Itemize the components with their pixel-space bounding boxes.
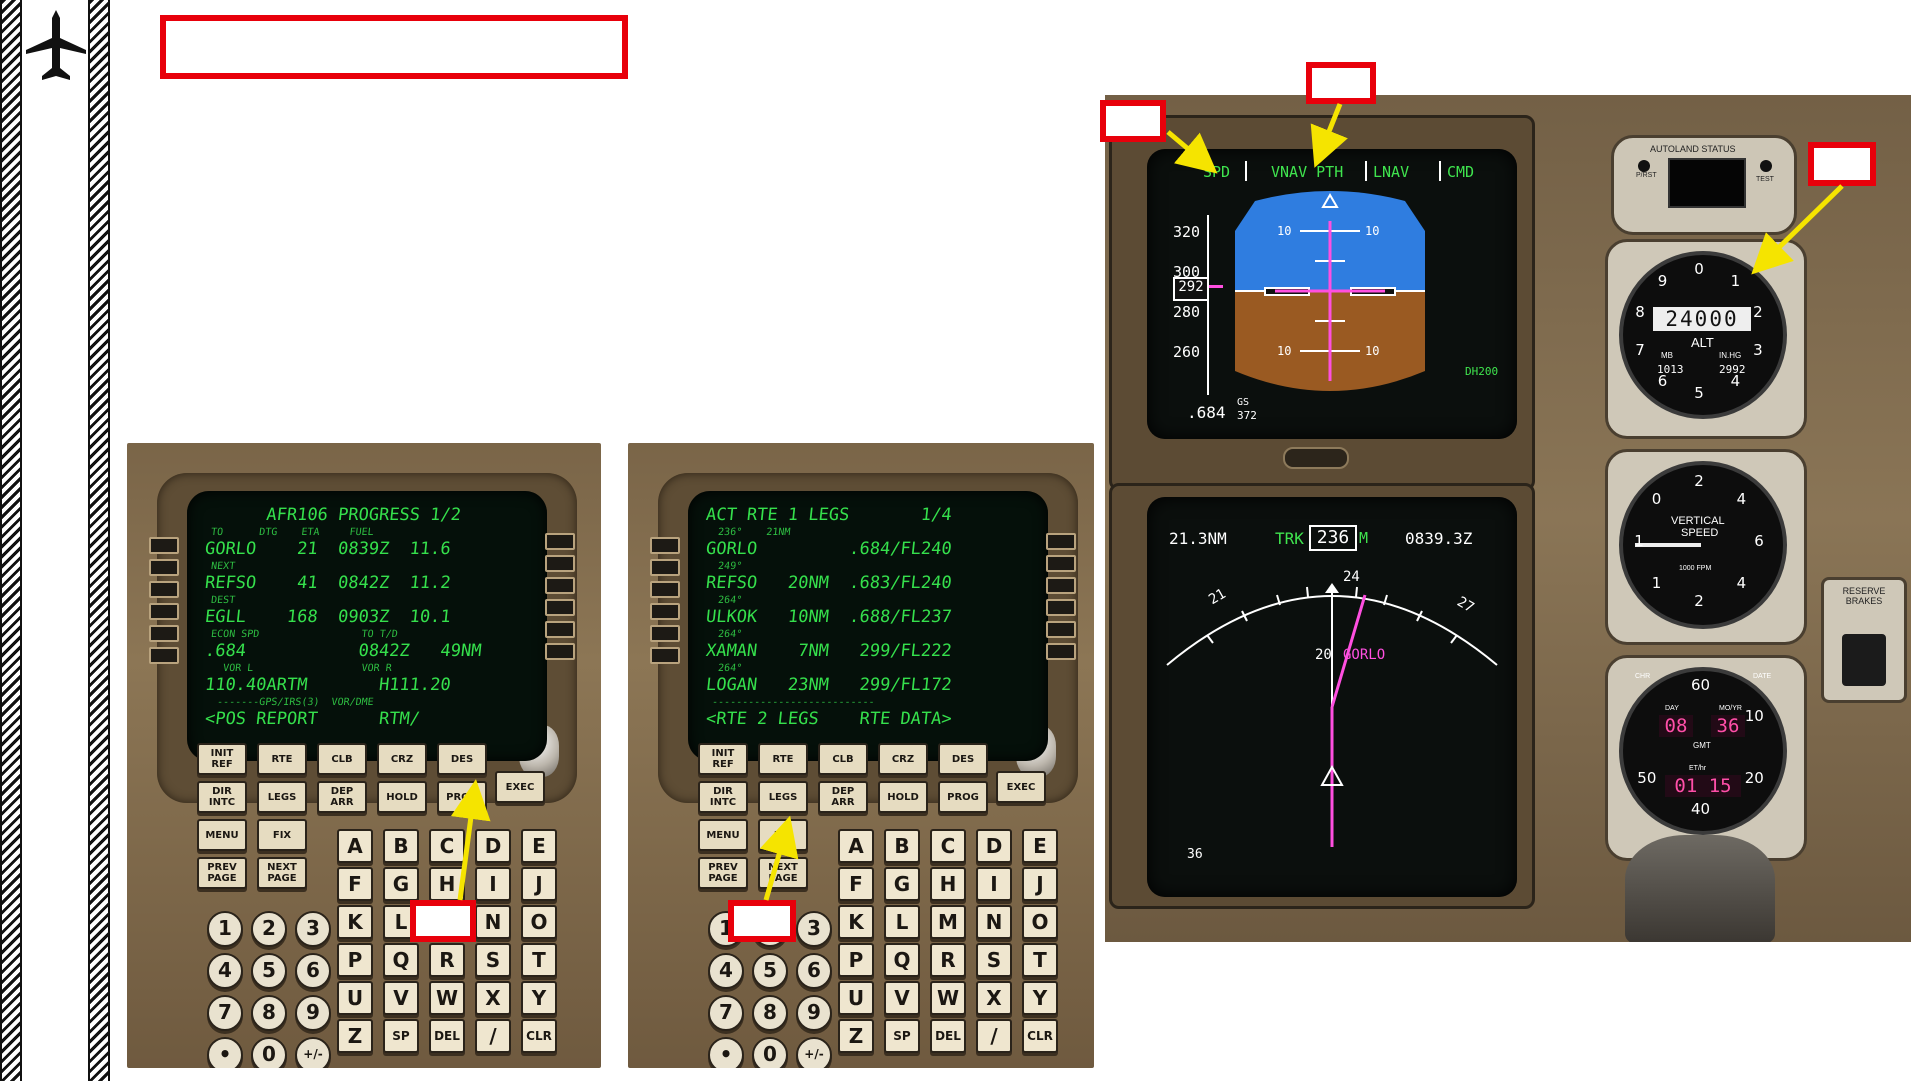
callout-arrows bbox=[450, 103, 1844, 901]
